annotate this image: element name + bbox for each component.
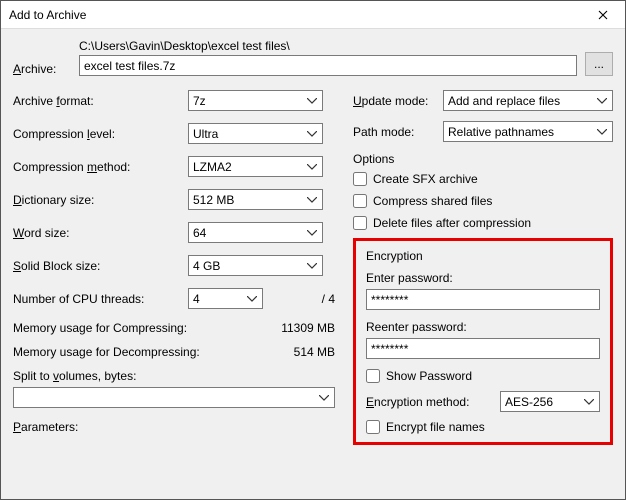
solid-block-size-label: Solid Block size: bbox=[13, 259, 188, 273]
encrypt-filenames-label: Encrypt file names bbox=[386, 420, 485, 434]
reenter-password-input[interactable] bbox=[366, 338, 600, 359]
reenter-password-label: Reenter password: bbox=[366, 320, 600, 334]
window-title: Add to Archive bbox=[9, 8, 581, 22]
add-to-archive-dialog: Add to Archive Archive: C:\Users\Gavin\D… bbox=[0, 0, 626, 500]
enter-password-label: Enter password: bbox=[366, 271, 600, 285]
delete-after-checkbox[interactable] bbox=[353, 216, 367, 230]
word-size-select[interactable]: 64 bbox=[188, 222, 323, 243]
mem-compress-label: Memory usage for Compressing: bbox=[13, 321, 187, 335]
compression-method-label: Compression method: bbox=[13, 160, 188, 174]
compress-shared-label: Compress shared files bbox=[373, 194, 492, 208]
mem-decompress-label: Memory usage for Decompressing: bbox=[13, 345, 200, 359]
word-size-label: Word size: bbox=[13, 226, 188, 240]
archive-path: C:\Users\Gavin\Desktop\excel test files\ bbox=[79, 39, 577, 53]
cpu-threads-total: / 4 bbox=[269, 292, 335, 306]
path-mode-label: Path mode: bbox=[353, 125, 443, 139]
compression-level-label: Compression level: bbox=[13, 127, 188, 141]
archive-label: Archive: bbox=[13, 62, 71, 76]
show-password-label: Show Password bbox=[386, 369, 472, 383]
mem-decompress-value: 514 MB bbox=[294, 345, 335, 359]
delete-after-label: Delete files after compression bbox=[373, 216, 531, 230]
titlebar: Add to Archive bbox=[1, 1, 625, 29]
solid-block-size-select[interactable]: 4 GB bbox=[188, 255, 323, 276]
dictionary-size-label: Dictionary size: bbox=[13, 193, 188, 207]
compression-level-select[interactable]: Ultra bbox=[188, 123, 323, 144]
update-mode-select[interactable]: Add and replace files bbox=[443, 90, 613, 111]
path-mode-select[interactable]: Relative pathnames bbox=[443, 121, 613, 142]
archive-row: Archive: C:\Users\Gavin\Desktop\excel te… bbox=[13, 39, 613, 76]
dialog-content: Archive: C:\Users\Gavin\Desktop\excel te… bbox=[1, 29, 625, 499]
encryption-method-label: Encryption method: bbox=[366, 395, 500, 409]
encrypt-filenames-checkbox[interactable] bbox=[366, 420, 380, 434]
archive-format-select[interactable]: 7z bbox=[188, 90, 323, 111]
close-button[interactable] bbox=[581, 1, 625, 29]
split-volumes-label: Split to volumes, bytes: bbox=[13, 369, 335, 383]
archive-filename-combo[interactable]: excel test files.7z bbox=[79, 55, 577, 76]
parameters-label: Parameters: bbox=[13, 420, 335, 434]
cpu-threads-select[interactable]: 4 bbox=[188, 288, 263, 309]
mem-compress-value: 11309 MB bbox=[281, 321, 335, 335]
encryption-group: Encryption Enter password: Reenter passw… bbox=[353, 238, 613, 445]
cpu-threads-label: Number of CPU threads: bbox=[13, 292, 188, 306]
archive-format-label: Archive format: bbox=[13, 94, 188, 108]
compression-method-select[interactable]: LZMA2 bbox=[188, 156, 323, 177]
browse-button[interactable]: ... bbox=[585, 52, 613, 76]
dictionary-size-select[interactable]: 512 MB bbox=[188, 189, 323, 210]
encryption-method-select[interactable]: AES-256 bbox=[500, 391, 600, 412]
encryption-title: Encryption bbox=[366, 249, 600, 263]
create-sfx-checkbox[interactable] bbox=[353, 172, 367, 186]
create-sfx-label: Create SFX archive bbox=[373, 172, 478, 186]
update-mode-label: Update mode: bbox=[353, 94, 443, 108]
options-title: Options bbox=[353, 152, 613, 166]
split-volumes-combo[interactable] bbox=[13, 387, 335, 408]
compress-shared-checkbox[interactable] bbox=[353, 194, 367, 208]
close-icon bbox=[598, 10, 608, 20]
enter-password-input[interactable] bbox=[366, 289, 600, 310]
show-password-checkbox[interactable] bbox=[366, 369, 380, 383]
